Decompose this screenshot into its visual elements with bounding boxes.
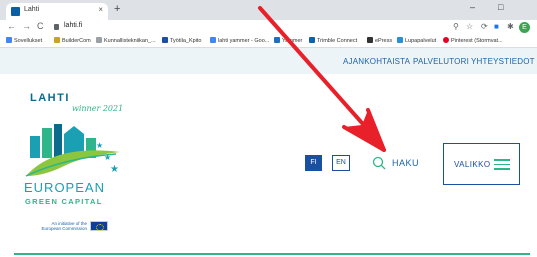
epress-icon: [367, 37, 373, 43]
tab-title: Lahti: [24, 6, 40, 13]
logo-european-text: EUROPEAN: [24, 180, 105, 195]
bookmark-item[interactable]: Pinterest (Stormvat...: [443, 37, 503, 44]
menu-label: VALIKKO: [454, 160, 491, 169]
cloud-icon: [397, 37, 403, 43]
logo-city-name: LAHTI: [30, 92, 70, 104]
logo-green-capital-text: GREEN CAPITAL: [25, 197, 103, 206]
search-label: HAKU: [392, 158, 420, 168]
language-en-button[interactable]: EN: [332, 155, 350, 171]
bookmark-item[interactable]: Työtila_Kpito: [162, 37, 202, 44]
forward-button[interactable]: →: [22, 21, 31, 31]
pinterest-icon: [443, 37, 449, 43]
lahti-favicon-icon: [11, 7, 20, 16]
tab-close-icon[interactable]: ×: [98, 5, 103, 14]
apps-grid-icon: [6, 37, 12, 43]
profile-avatar[interactable]: E: [519, 22, 530, 33]
trimble-icon: [309, 37, 315, 43]
bookmark-icon: [96, 37, 102, 43]
bookmark-item[interactable]: Kunnallistekniikan_...: [96, 37, 156, 44]
logo-initiative-text: An initiative of the European Commission: [41, 221, 87, 231]
bookmark-icon: [162, 37, 168, 43]
bookmark-star-icon[interactable]: ☆: [466, 22, 473, 31]
header-divider: [14, 253, 530, 255]
svg-text:★: ★: [110, 164, 119, 175]
green-city-leaf-icon: ★ ★ ★: [25, 124, 120, 177]
site-logo[interactable]: LAHTI winner 2021 ★ ★ ★ EUROPEAN GREEN C…: [22, 90, 132, 240]
bookmark-item[interactable]: BuilderCom: [54, 37, 91, 44]
svg-text:★: ★: [104, 153, 111, 162]
logo-winner-text: winner 2021: [72, 104, 124, 113]
yammer-icon: [274, 37, 280, 43]
browser-tabstrip: Lahti × + – □: [0, 0, 537, 20]
puzzle-icon[interactable]: ✱: [507, 22, 514, 31]
reload-button[interactable]: C: [37, 21, 44, 31]
site-top-nav: AJANKOHTAISTA PALVELUTORI YHTEYSTIEDOT: [0, 48, 537, 74]
apps-extension-icon[interactable]: ■: [494, 22, 499, 31]
bookmark-item[interactable]: Sovellukset: [6, 37, 42, 44]
bookmarks-bar: Sovellukset BuilderCom Kunnallistekniika…: [0, 35, 537, 48]
bookmark-item[interactable]: lahti yammer - Goo...: [210, 37, 269, 44]
maximize-button[interactable]: □: [498, 2, 503, 12]
browser-toolbar: ← → C lahti.fi ⚲ ☆ ⟳ ■ ✱ E: [0, 20, 537, 35]
bookmark-icon: [54, 37, 60, 43]
back-button[interactable]: ←: [7, 21, 16, 31]
zoom-icon[interactable]: ⚲: [453, 22, 459, 31]
eu-flag-icon: [90, 221, 108, 231]
search-icon: [372, 156, 386, 170]
lock-icon: [54, 24, 59, 30]
bookmark-item[interactable]: Trimble Connect: [309, 37, 357, 44]
bookmark-item[interactable]: Lupapalvelut: [397, 37, 436, 44]
language-fi-button[interactable]: FI: [305, 155, 322, 171]
bookmark-item[interactable]: ePress: [367, 37, 392, 44]
google-icon: [210, 37, 216, 43]
browser-tab[interactable]: Lahti ×: [6, 3, 108, 20]
minimize-button[interactable]: –: [470, 2, 475, 12]
extension-icon[interactable]: ⟳: [481, 22, 488, 31]
address-bar[interactable]: lahti.fi: [64, 22, 82, 29]
hamburger-icon: [494, 159, 510, 170]
bookmark-item[interactable]: Yammer: [274, 37, 302, 44]
svg-text:★: ★: [96, 141, 103, 150]
nav-link-services[interactable]: PALVELUTORI: [413, 57, 469, 66]
nav-link-contact[interactable]: YHTEYSTIEDOT: [471, 57, 535, 66]
menu-button[interactable]: VALIKKO: [443, 143, 520, 185]
new-tab-button[interactable]: +: [114, 3, 120, 15]
nav-link-current[interactable]: AJANKOHTAISTA: [343, 57, 410, 66]
